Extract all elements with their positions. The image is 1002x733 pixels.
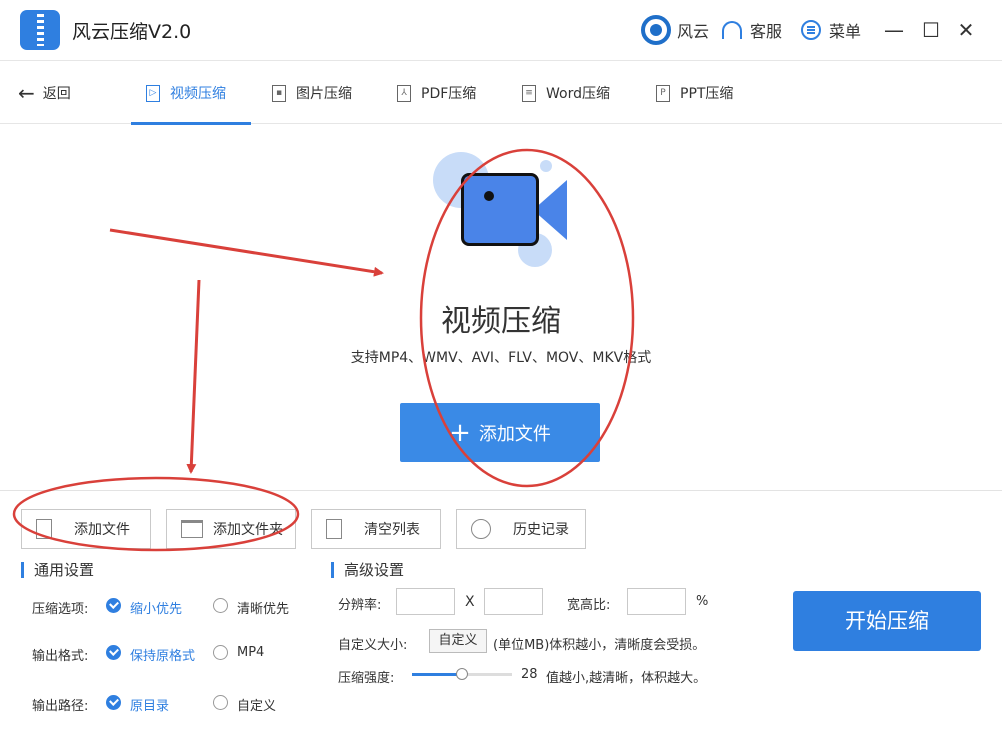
radio-mp4[interactable] <box>213 645 228 660</box>
headset-icon <box>722 21 742 39</box>
add-folder-label: 添加文件夹 <box>213 522 283 538</box>
word-doc-icon: ≡ <box>522 84 536 102</box>
menu-button[interactable]: 菜单 <box>801 16 861 44</box>
clear-list-button[interactable]: 清空列表 <box>311 509 441 549</box>
mp4-label: MP4 <box>237 645 265 660</box>
title-bar: 风云压缩V2.0 风云 客服 菜单 — ☐ ✕ <box>0 0 1002 60</box>
general-settings-title: 通用设置 <box>21 562 94 578</box>
pdf-doc-icon: ⅄ <box>397 84 411 102</box>
tab-pdf-compress[interactable]: ⅄ PDF压缩 <box>397 81 476 105</box>
folder-add-icon <box>181 520 203 538</box>
history-label: 历史记录 <box>513 522 569 538</box>
radio-size-first[interactable] <box>106 598 121 613</box>
brand-label: 风云 <box>677 22 710 41</box>
back-button[interactable]: ← 返回 <box>18 83 71 103</box>
radio-clarity-first[interactable] <box>213 598 228 613</box>
plus-icon: + <box>449 417 471 448</box>
add-file-label: 添加文件 <box>478 423 551 445</box>
menu-icon <box>801 20 821 40</box>
tab-image-compress[interactable]: ▪ 图片压缩 <box>272 81 352 105</box>
service-button[interactable]: 客服 <box>722 16 782 44</box>
app-title: 风云压缩V2.0 <box>72 21 192 43</box>
divider <box>0 490 1002 491</box>
clear-list-label: 清空列表 <box>364 522 420 538</box>
tab-word-compress[interactable]: ≡ Word压缩 <box>522 81 610 105</box>
tab-label: 视频压缩 <box>170 86 226 102</box>
active-tab-indicator <box>131 122 251 125</box>
size-first-label: 缩小优先 <box>130 602 183 617</box>
tab-video-compress[interactable]: ▷ 视频压缩 <box>146 81 226 105</box>
strength-hint: 值越小,越清晰，体积越大。 <box>546 671 707 686</box>
resolution-separator: X <box>465 594 475 610</box>
tab-ppt-compress[interactable]: P PPT压缩 <box>656 81 733 105</box>
radio-custom-path[interactable] <box>213 695 228 710</box>
start-compress-button[interactable]: 开始压缩 <box>793 591 981 651</box>
strength-slider-handle[interactable] <box>456 668 468 680</box>
strength-slider-fill <box>412 673 462 676</box>
tab-label: Word压缩 <box>546 86 610 102</box>
custom-size-label: 自定义大小: <box>338 638 408 653</box>
brand-icon <box>641 15 671 45</box>
tab-label: PDF压缩 <box>421 86 477 102</box>
trash-icon <box>326 519 342 539</box>
compress-option-label: 压缩选项: <box>32 602 89 617</box>
original-dir-label: 原目录 <box>130 699 170 714</box>
tab-bar: ← 返回 ▷ 视频压缩 ▪ 图片压缩 ⅄ PDF压缩 ≡ Word压缩 P PP… <box>0 60 1002 125</box>
back-arrow-icon: ← <box>18 81 35 105</box>
supported-formats: 支持MP4、WMV、AVI、FLV、MOV、MKV格式 <box>350 350 652 366</box>
add-file-button[interactable]: 添加文件 <box>21 509 151 549</box>
tab-label: 图片压缩 <box>296 86 352 102</box>
maximize-button[interactable]: ☐ <box>917 16 945 44</box>
advanced-settings-title: 高级设置 <box>331 562 404 578</box>
output-path-label: 输出路径: <box>32 699 89 714</box>
custom-size-button[interactable]: 自定义 <box>429 629 487 653</box>
play-doc-icon: ▷ <box>146 84 160 102</box>
ratio-label: 宽高比: <box>567 598 611 613</box>
add-folder-button[interactable]: 添加文件夹 <box>166 509 296 549</box>
ppt-doc-icon: P <box>656 84 670 102</box>
percent-sign: % <box>696 594 709 609</box>
deco-circle <box>540 160 552 172</box>
app-logo-icon <box>20 10 60 50</box>
annotation-arrow-right <box>109 228 384 277</box>
menu-label: 菜单 <box>829 22 862 41</box>
resolution-width-input[interactable] <box>396 588 455 615</box>
radio-original-dir[interactable] <box>106 695 121 710</box>
minimize-button[interactable]: — <box>880 16 908 44</box>
keep-format-label: 保持原格式 <box>130 649 196 664</box>
service-label: 客服 <box>750 22 783 41</box>
history-button[interactable]: 历史记录 <box>456 509 586 549</box>
add-file-main-button[interactable]: + 添加文件 <box>400 403 600 462</box>
output-format-label: 输出格式: <box>32 649 89 664</box>
add-file-label: 添加文件 <box>74 522 130 538</box>
video-camera-icon <box>461 173 539 246</box>
hero-title: 视频压缩 <box>441 304 561 339</box>
back-label: 返回 <box>42 86 71 102</box>
close-button[interactable]: ✕ <box>952 16 980 44</box>
strength-label: 压缩强度: <box>338 671 395 686</box>
clock-icon <box>471 519 491 539</box>
ratio-input[interactable] <box>627 588 686 615</box>
tab-label: PPT压缩 <box>680 86 734 102</box>
clarity-first-label: 清晰优先 <box>237 602 290 617</box>
custom-path-label: 自定义 <box>237 699 277 714</box>
resolution-label: 分辨率: <box>338 598 382 613</box>
resolution-height-input[interactable] <box>484 588 543 615</box>
brand-link[interactable]: 风云 <box>641 15 710 45</box>
strength-value: 28 <box>521 667 538 682</box>
file-add-icon <box>36 519 52 539</box>
image-doc-icon: ▪ <box>272 84 286 102</box>
radio-keep-format[interactable] <box>106 645 121 660</box>
custom-size-hint: (单位MB)体积越小，清晰度会受损。 <box>493 638 706 653</box>
